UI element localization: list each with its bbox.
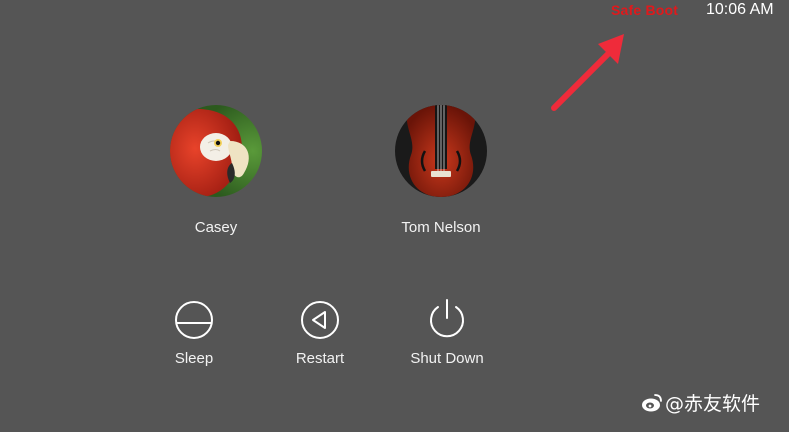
- restart-label: Restart: [295, 350, 345, 367]
- weibo-logo-icon: [642, 393, 662, 411]
- safe-boot-indicator: Safe Boot: [611, 2, 679, 18]
- user-name-tom-nelson: Tom Nelson: [401, 219, 481, 236]
- watermark-text: @赤友软件: [665, 393, 761, 415]
- restart-button[interactable]: Restart: [265, 300, 375, 367]
- violin-avatar: [395, 105, 487, 197]
- user-tom-nelson[interactable]: Tom Nelson: [371, 105, 511, 236]
- user-name-casey: Casey: [194, 219, 238, 236]
- sleep-button[interactable]: Sleep: [139, 300, 249, 367]
- watermark: @赤友软件: [641, 389, 760, 416]
- power-icon: [430, 299, 464, 338]
- parrot-avatar: [170, 105, 262, 197]
- clock: 10:06 AM: [706, 1, 774, 18]
- shut-down-button[interactable]: Shut Down: [392, 296, 502, 367]
- shut-down-label: Shut Down: [410, 350, 484, 367]
- sleep-icon: [175, 301, 213, 339]
- user-casey[interactable]: Casey: [146, 105, 286, 236]
- restart-icon: [301, 301, 339, 339]
- red-arrow-icon: [551, 34, 624, 111]
- sleep-label: Sleep: [174, 350, 214, 367]
